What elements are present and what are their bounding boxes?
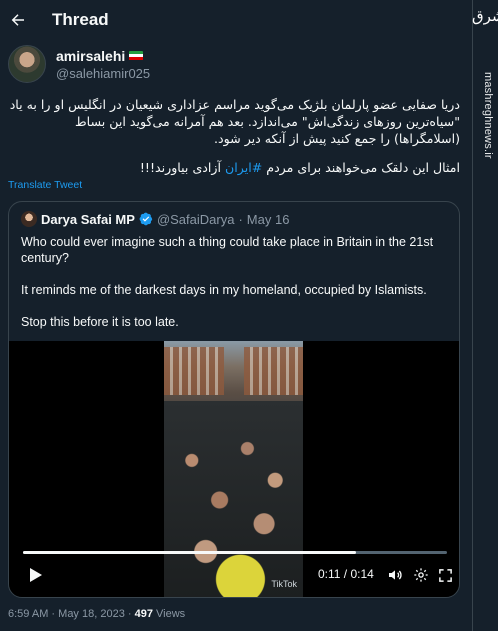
quote-date[interactable]: May 16 [247,212,290,227]
play-icon[interactable] [27,566,45,584]
views-label: Views [156,608,186,620]
quote-dot: · [238,211,243,227]
video-player[interactable]: TikTok 0:11 / 0:14 [9,341,459,597]
video-time: 0:11 / 0:14 [318,567,374,581]
quote-author-name[interactable]: Darya Safai MP [41,212,135,227]
views-count: 497 [134,608,153,620]
tweet-text-after: آزادی بیاورند!!! [139,160,225,175]
video-frame[interactable]: TikTok [164,341,303,597]
tweet-text-before: امثال این دلقک می‌خواهند برای مردم [262,160,460,175]
video-building-right [244,347,303,395]
quote-avatar[interactable] [21,211,37,227]
quote-handle[interactable]: @SafaiDarya [157,212,235,227]
quote-line-2: It reminds me of the darkest days in my … [21,283,427,297]
author-handle[interactable]: @salehiamir025 [56,66,150,81]
quote-text: Who could ever imagine such a thing coul… [21,234,449,346]
tweet-paragraph-1: دریا صفایی عضو پارلمان بلژیک می‌گوید مرا… [9,97,460,146]
tweet-date[interactable]: May 18, 2023 [58,608,125,620]
fullscreen-icon[interactable] [436,566,454,584]
volume-icon[interactable] [386,566,404,584]
author-names: amirsalehi @salehiamir025 [56,48,150,81]
page-title: Thread [52,10,109,29]
settings-gear-icon[interactable] [412,566,430,584]
tweet-footer: 6:59 AM · May 18, 2023 · 497 Views [8,608,185,620]
video-building-left [164,347,224,395]
watermark-site: mashreghnews.ir [482,72,494,159]
quote-header: Darya Safai MP @SafaiDarya · May 16 [21,211,289,227]
author-row: amirsalehi [56,48,150,64]
quote-line-1: Who could ever imagine such a thing coul… [21,235,434,265]
translate-tweet-link[interactable]: Translate Tweet [8,179,82,191]
watermark-logo: مشرق [472,7,498,48]
hashtag-link[interactable]: #ایران [225,160,262,175]
tweet-paragraph-2: امثال این دلقک می‌خواهند برای مردم #ایرا… [8,159,460,176]
video-progress-fill [23,551,357,554]
video-progress-bar[interactable] [23,551,447,554]
quoted-tweet[interactable]: Darya Safai MP @SafaiDarya · May 16 Who … [8,201,460,598]
avatar[interactable] [8,45,46,83]
footer-dot-2: · [127,608,135,620]
tweet-text: دریا صفایی عضو پارلمان بلژیک می‌گوید مرا… [8,96,460,188]
back-arrow-icon[interactable] [8,10,28,30]
tweet-author: amirsalehi @salehiamir025 [8,45,150,83]
video-controls: 0:11 / 0:14 [9,563,459,587]
tweet-time[interactable]: 6:59 AM [8,608,48,620]
header: Thread [0,0,470,40]
verified-badge-icon [139,212,153,226]
watermark-logo-text: مشرق [472,7,498,25]
iran-flag-icon [129,50,144,61]
column-divider [472,0,473,631]
author-name[interactable]: amirsalehi [56,48,125,64]
quote-line-3: Stop this before it is too late. [21,315,179,329]
